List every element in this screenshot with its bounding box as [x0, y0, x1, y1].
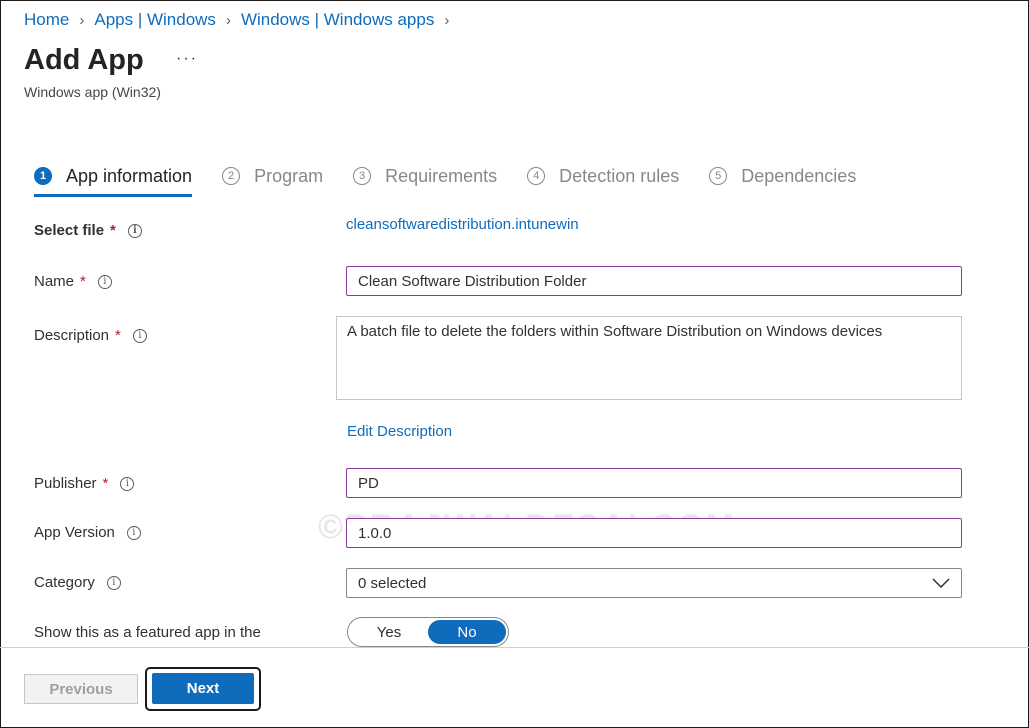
info-icon[interactable]: i	[106, 575, 121, 590]
page-title: Add App	[24, 44, 144, 76]
step-number: 2	[222, 167, 241, 185]
page-subtitle: Windows app (Win32)	[24, 84, 161, 100]
footer-divider	[0, 647, 1029, 648]
description-label: Description * i	[34, 327, 147, 344]
step-label: Requirements	[385, 165, 498, 186]
required-marker: *	[80, 273, 86, 290]
category-dropdown[interactable]: 0 selected	[346, 568, 962, 598]
chevron-right-icon: ›	[444, 11, 450, 29]
label-text: Select file	[34, 222, 105, 239]
publisher-label: Publisher * i	[34, 475, 135, 492]
featured-app-label: Show this as a featured app in the	[34, 624, 261, 641]
category-label: Category i	[34, 574, 121, 591]
step-program[interactable]: 2 Program	[222, 162, 323, 190]
app-version-label: App Version i	[34, 524, 141, 541]
previous-button[interactable]: Previous	[24, 674, 138, 704]
label-text: Show this as a featured app in the	[34, 624, 261, 641]
featured-app-toggle[interactable]: Yes No	[347, 617, 509, 647]
wizard-steps: 1 App information 2 Program 3 Requiremen…	[34, 162, 886, 197]
step-dependencies[interactable]: 5 Dependencies	[709, 162, 856, 190]
required-marker: *	[115, 327, 121, 344]
step-number: 1	[34, 167, 52, 185]
step-label: Detection rules	[559, 165, 680, 186]
step-requirements[interactable]: 3 Requirements	[353, 162, 497, 190]
info-icon[interactable]: i	[132, 328, 147, 343]
chevron-right-icon: ›	[225, 11, 231, 29]
info-icon[interactable]: i	[120, 476, 135, 491]
step-number: 5	[709, 167, 728, 185]
publisher-input[interactable]: PD	[346, 468, 962, 498]
chevron-down-icon	[932, 574, 950, 592]
step-detection-rules[interactable]: 4 Detection rules	[527, 162, 679, 190]
label-text: Category	[34, 574, 95, 591]
name-input[interactable]: Clean Software Distribution Folder	[346, 266, 962, 296]
description-textarea[interactable]: A batch file to delete the folders withi…	[336, 316, 962, 400]
label-text: App Version	[34, 524, 115, 541]
toggle-yes[interactable]: Yes	[350, 620, 428, 644]
step-label: Dependencies	[741, 165, 857, 186]
step-number: 4	[527, 167, 546, 185]
select-file-label: Select file * i	[34, 222, 142, 239]
chevron-right-icon: ›	[79, 11, 85, 29]
label-text: Publisher	[34, 475, 97, 492]
category-value: 0 selected	[358, 574, 427, 592]
label-text: Description	[34, 327, 110, 344]
breadcrumb-home[interactable]: Home	[24, 10, 69, 30]
next-button[interactable]: Next	[152, 673, 254, 704]
step-number: 3	[353, 167, 372, 185]
step-label: Program	[254, 165, 324, 186]
selected-file-link[interactable]: cleansoftwaredistribution.intunewin	[346, 216, 579, 233]
info-icon[interactable]: i	[126, 525, 141, 540]
app-version-input[interactable]: 1.0.0	[346, 518, 962, 548]
step-app-information[interactable]: 1 App information	[34, 162, 193, 197]
required-marker: *	[102, 475, 109, 492]
name-label: Name * i	[34, 273, 112, 290]
edit-description-link[interactable]: Edit Description	[347, 423, 452, 440]
breadcrumb-apps-windows[interactable]: Apps | Windows	[94, 10, 216, 30]
breadcrumb: Home › Apps | Windows › Windows | Window…	[24, 10, 459, 30]
required-marker: *	[110, 222, 116, 239]
breadcrumb-windows-apps[interactable]: Windows | Windows apps	[241, 10, 434, 30]
step-label: App information	[66, 165, 193, 186]
label-text: Name	[34, 273, 75, 290]
info-icon[interactable]: i	[97, 274, 112, 289]
more-options-icon[interactable]: ···	[176, 50, 198, 68]
info-icon[interactable]: i	[127, 223, 142, 238]
toggle-no[interactable]: No	[428, 620, 506, 644]
